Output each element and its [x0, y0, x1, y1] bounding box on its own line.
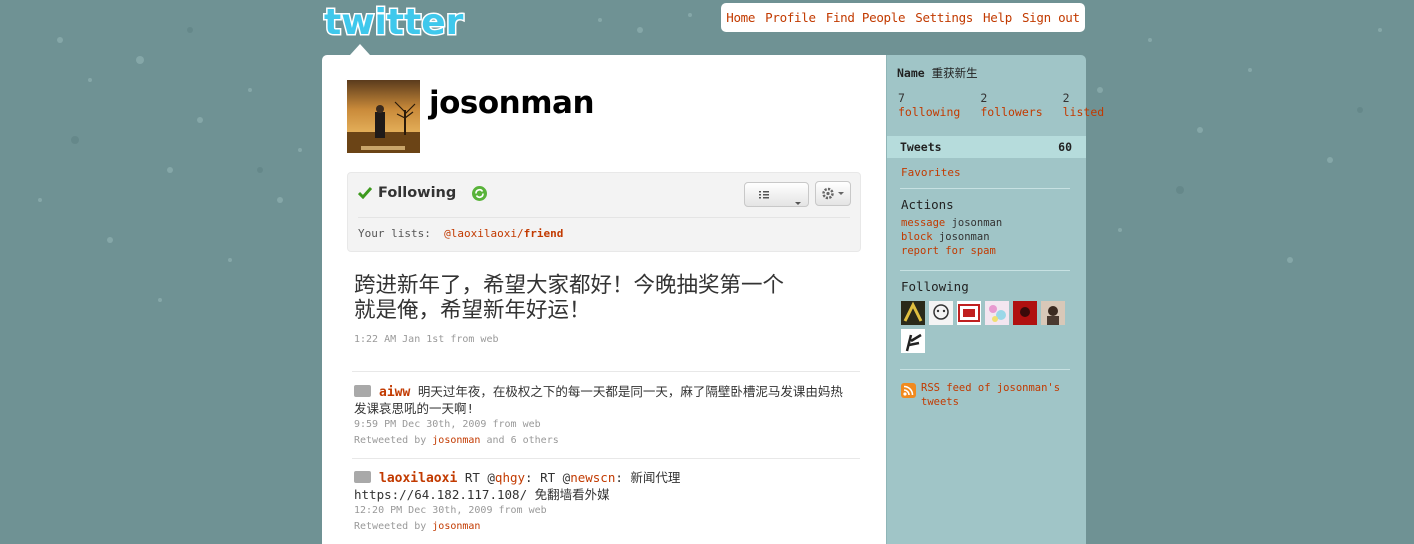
- stat-number: 7: [898, 91, 905, 105]
- list-name-link[interactable]: friend: [524, 227, 564, 240]
- your-lists-label: Your lists:: [358, 227, 431, 240]
- retweeted-by-label: Retweeted by: [354, 521, 427, 532]
- timeline-divider: [352, 458, 860, 459]
- tweet-meta[interactable]: 12:20 PM Dec 30th, 2009 from web: [354, 503, 854, 519]
- gear-menu-button[interactable]: [815, 181, 851, 206]
- list-owner-link[interactable]: @laoxilaoxi/: [444, 227, 523, 240]
- stat-label: followers: [980, 105, 1043, 119]
- sidebar-divider: [900, 188, 1070, 189]
- tweet-text-b: : RT @: [525, 470, 571, 485]
- nav-home[interactable]: Home: [726, 10, 755, 25]
- tweet-author[interactable]: laoxilaoxi: [379, 471, 457, 486]
- retweeter-link[interactable]: josonman: [432, 521, 480, 532]
- retweeted-by: Retweeted by josonman: [354, 519, 854, 535]
- list-menu-button[interactable]: [744, 182, 809, 207]
- favorites-link[interactable]: Favorites: [901, 166, 961, 179]
- list-icon: [759, 191, 801, 205]
- profile-avatar[interactable]: [347, 80, 420, 153]
- stat-listed[interactable]: 2 listed: [1063, 91, 1105, 119]
- following-avatar[interactable]: [985, 301, 1009, 325]
- tweet-body: aiww 明天过年夜，在极权之下的每一天都是同一天，麻了隔壁卧槽泥马发课由妈热发…: [354, 384, 854, 417]
- tweet-text: 明天过年夜，在极权之下的每一天都是同一天，麻了隔壁卧槽泥马发课由妈热发课哀思吼的…: [354, 384, 843, 416]
- following-avatar[interactable]: [1013, 301, 1037, 325]
- follow-box-divider: [358, 217, 850, 218]
- sidebar-divider: [900, 369, 1070, 370]
- check-icon: [358, 187, 372, 199]
- block-link[interactable]: block: [901, 231, 933, 243]
- following-avatars: [901, 301, 1071, 353]
- tweets-tab[interactable]: Tweets 60: [887, 136, 1086, 158]
- action-target: josonman: [938, 231, 990, 243]
- report-spam-link[interactable]: report for spam: [901, 245, 996, 257]
- twitter-logo[interactable]: twitter: [322, 0, 482, 55]
- sidebar-divider: [900, 270, 1070, 271]
- tweet-meta[interactable]: 9:59 PM Dec 30th, 2009 from web: [354, 417, 854, 433]
- logo-pointer: [350, 44, 370, 55]
- timeline-item: aiww 明天过年夜，在极权之下的每一天都是同一天，麻了隔壁卧槽泥马发课由妈热发…: [354, 384, 854, 449]
- profile-name: Name 重获新生: [897, 65, 978, 81]
- retweet-icon: [354, 385, 371, 397]
- stat-number: 2: [980, 91, 988, 105]
- twitter-logo-icon: twitter: [323, 1, 466, 45]
- name-label: Name: [897, 66, 925, 80]
- action-block: block josonman: [901, 231, 990, 243]
- follow-box: Following Your lists: @laoxilaoxi/friend: [347, 172, 861, 252]
- following-label: Following: [378, 185, 457, 201]
- retweeted-by: Retweeted by josonman and 6 others: [354, 433, 854, 449]
- top-navigation: Home Profile Find People Settings Help S…: [721, 3, 1085, 32]
- mention-link[interactable]: newscn: [570, 470, 615, 485]
- gear-icon: [822, 187, 844, 200]
- nav-find-people[interactable]: Find People: [826, 10, 906, 25]
- stat-label: following: [898, 105, 961, 119]
- name-value: 重获新生: [931, 66, 978, 80]
- mention-link[interactable]: qhgy: [495, 470, 525, 485]
- nav-settings[interactable]: Settings: [915, 10, 973, 25]
- timeline-item: laoxilaoxi RT @qhgy: RT @newscn: 新闻代理 ht…: [354, 470, 854, 535]
- stat-following[interactable]: 7 following: [898, 91, 960, 119]
- nav-profile[interactable]: Profile: [765, 10, 816, 25]
- stat-number: 2: [1062, 91, 1070, 105]
- following-status: Following: [358, 185, 488, 201]
- actions-title: Actions: [901, 197, 954, 212]
- following-avatar[interactable]: [957, 301, 981, 325]
- action-report: report for spam: [901, 245, 996, 257]
- following-title: Following: [901, 279, 969, 294]
- action-target: josonman: [951, 217, 1003, 229]
- rss-link[interactable]: RSS feed of josonman's tweets: [921, 381, 1071, 409]
- main-content: josonman Following Your lists: @laoxilao…: [322, 55, 886, 544]
- action-message: message josonman: [901, 217, 1002, 229]
- tweets-label: Tweets: [900, 140, 942, 154]
- retweeted-others: and 6 others: [486, 435, 559, 446]
- screen-name: josonman: [429, 85, 595, 121]
- following-avatar[interactable]: [929, 301, 953, 325]
- profile-sidebar: Name 重获新生 7 following 2 followers 2 list…: [886, 55, 1104, 544]
- profile-stats: 7 following 2 followers 2 listed: [898, 91, 1104, 119]
- stat-followers[interactable]: 2 followers: [980, 91, 1042, 119]
- refresh-icon[interactable]: [472, 185, 488, 201]
- tweet-body: laoxilaoxi RT @qhgy: RT @newscn: 新闻代理 ht…: [354, 470, 854, 503]
- retweeter-link[interactable]: josonman: [432, 435, 480, 446]
- stat-label: listed: [1062, 105, 1105, 119]
- following-avatar[interactable]: [1041, 301, 1065, 325]
- latest-tweet-meta[interactable]: 1:22 AM Jan 1st from web: [354, 334, 499, 345]
- tweet-text-a: RT @: [464, 470, 495, 485]
- your-lists: Your lists: @laoxilaoxi/friend: [358, 227, 563, 240]
- timeline-divider: [352, 371, 860, 372]
- retweeted-by-label: Retweeted by: [354, 435, 427, 446]
- message-link[interactable]: message: [901, 217, 945, 229]
- tweets-count: 60: [1058, 140, 1072, 154]
- nav-help[interactable]: Help: [983, 10, 1012, 25]
- latest-tweet-text: 跨进新年了，希望大家都好！今晚抽奖第一个就是俺，希望新年好运！: [354, 273, 785, 323]
- following-avatar[interactable]: [901, 329, 925, 353]
- retweet-icon: [354, 471, 371, 483]
- nav-sign-out[interactable]: Sign out: [1022, 10, 1080, 25]
- rss-feed[interactable]: RSS feed of josonman's tweets: [901, 381, 1071, 409]
- rss-icon: [901, 383, 916, 398]
- following-avatar[interactable]: [901, 301, 925, 325]
- svg-text:twitter: twitter: [324, 2, 464, 43]
- tweet-author[interactable]: aiww: [379, 385, 410, 400]
